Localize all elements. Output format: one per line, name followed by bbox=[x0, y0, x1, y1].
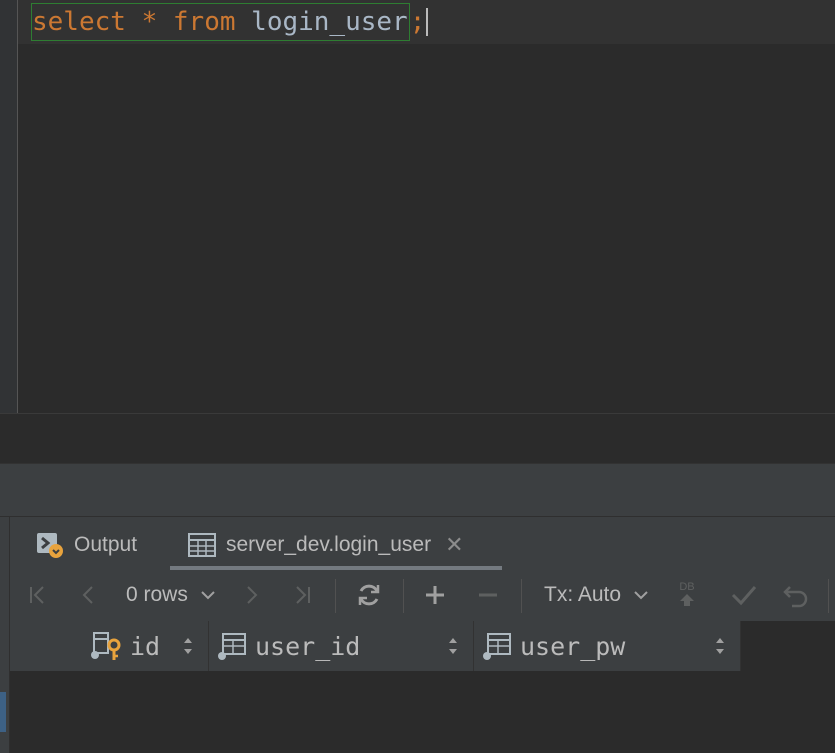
table-grid-icon bbox=[188, 533, 216, 557]
row-count-dropdown[interactable]: 0 rows bbox=[126, 583, 216, 607]
column-header-id-label: id bbox=[130, 631, 161, 661]
result-grid[interactable]: id user_id user_pw bbox=[10, 621, 835, 753]
toolbar-separator bbox=[828, 579, 829, 613]
console-output-icon bbox=[36, 531, 64, 559]
row-count-label: 0 rows bbox=[126, 583, 188, 606]
sql-asterisk: * bbox=[125, 7, 173, 37]
transaction-mode-dropdown[interactable]: Tx: Auto bbox=[544, 583, 649, 607]
results-tabs: Output server_dev.login_user ✕ bbox=[10, 520, 835, 570]
sql-keyword-select: select bbox=[32, 7, 126, 37]
editor-gutter bbox=[0, 0, 18, 414]
delete-row-icon[interactable] bbox=[476, 583, 500, 607]
tab-result-table[interactable]: server_dev.login_user ✕ bbox=[188, 520, 464, 570]
grid-header-filler bbox=[741, 621, 835, 671]
column-header-user-pw[interactable]: user_pw bbox=[474, 621, 741, 671]
active-tab-indicator bbox=[170, 566, 502, 570]
tab-output[interactable]: Output bbox=[36, 520, 137, 570]
toolbar-separator bbox=[335, 579, 336, 613]
sort-icon[interactable] bbox=[182, 634, 194, 663]
transaction-mode-label: Tx: Auto bbox=[544, 583, 622, 606]
column-icon bbox=[482, 631, 514, 661]
commit-check-icon[interactable] bbox=[730, 583, 758, 607]
editor-empty-area bbox=[0, 414, 835, 464]
left-stripe-selected[interactable] bbox=[0, 692, 6, 732]
column-header-id[interactable]: id bbox=[10, 621, 209, 671]
sql-editor[interactable]: select * from login_user ; bbox=[0, 0, 835, 414]
column-header-user-pw-label: user_pw bbox=[520, 631, 626, 661]
sort-icon[interactable] bbox=[447, 634, 459, 663]
text-caret bbox=[426, 8, 429, 36]
statement-highlight-box: select * from login_user bbox=[31, 3, 410, 41]
primary-key-column-icon bbox=[90, 631, 124, 661]
sql-statement-line[interactable]: select * from login_user ; bbox=[31, 3, 429, 41]
toolbar-separator bbox=[403, 579, 404, 613]
column-header-user-id[interactable]: user_id bbox=[209, 621, 474, 671]
grid-header: id user_id user_pw bbox=[10, 621, 741, 672]
chevron-down-icon bbox=[200, 591, 215, 600]
rollback-icon[interactable] bbox=[782, 583, 810, 609]
sql-table-name: login_user bbox=[235, 7, 408, 37]
previous-page-icon[interactable] bbox=[76, 583, 100, 607]
first-page-icon[interactable] bbox=[26, 583, 50, 607]
db-badge: DB bbox=[679, 581, 695, 593]
sql-keyword-from: from bbox=[172, 7, 236, 37]
submit-changes-icon[interactable]: DB bbox=[678, 581, 696, 607]
next-page-icon[interactable] bbox=[240, 583, 264, 607]
tab-result-label: server_dev.login_user bbox=[226, 533, 432, 556]
refresh-icon[interactable] bbox=[355, 581, 383, 609]
add-row-icon[interactable] bbox=[423, 583, 447, 607]
chevron-down-icon bbox=[634, 591, 648, 600]
tab-output-label: Output bbox=[74, 533, 138, 556]
results-toolbar: 0 rows Tx: Auto DB bbox=[10, 571, 835, 621]
toolbar-separator bbox=[521, 579, 522, 613]
column-icon bbox=[217, 631, 249, 661]
last-page-icon[interactable] bbox=[290, 583, 314, 607]
sort-icon[interactable] bbox=[714, 634, 726, 663]
sql-semicolon: ; bbox=[409, 7, 426, 37]
column-header-user-id-label: user_id bbox=[255, 631, 361, 661]
panel-header-separator bbox=[0, 516, 835, 517]
close-tab-icon[interactable]: ✕ bbox=[445, 532, 463, 558]
